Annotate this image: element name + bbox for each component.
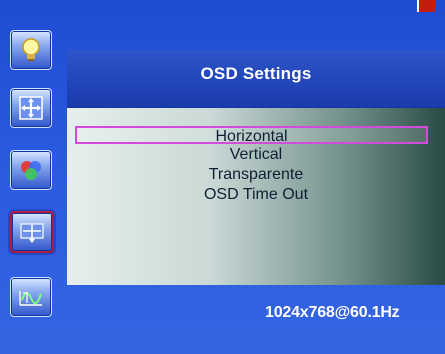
sidebar-item-brightness[interactable] [10, 30, 52, 70]
sidebar-item-osd-settings[interactable] [10, 211, 54, 253]
sidebar-item-position[interactable] [10, 88, 52, 128]
rgb-color-icon [21, 161, 41, 180]
osd-settings-icon [20, 223, 44, 243]
title-bar: OSD Settings [67, 50, 445, 107]
menu-item-osd-time-out[interactable]: OSD Time Out [67, 186, 445, 203]
menu-item-transparency[interactable]: Transparente [67, 166, 445, 183]
corner-marker-icon [417, 0, 435, 12]
lightbulb-icon [22, 38, 40, 61]
osd-screen: OSD Settings Horizontal Vertical Transpa… [0, 0, 445, 354]
resolution-readout: 1024x768@60.1Hz [265, 304, 400, 321]
menu-list: Horizontal Vertical Transparente OSD Tim… [67, 108, 445, 285]
signal-wave-icon [19, 291, 42, 306]
menu-item-horizontal[interactable]: Horizontal [75, 126, 428, 145]
sidebar-icons [10, 30, 54, 330]
position-arrows-icon [19, 96, 43, 120]
osd-settings-panel: OSD Settings Horizontal Vertical Transpa… [67, 50, 445, 285]
sidebar-item-signal[interactable] [10, 277, 52, 317]
sidebar-item-color[interactable] [10, 150, 52, 190]
menu-item-vertical[interactable]: Vertical [67, 146, 445, 163]
page-title: OSD Settings [200, 64, 312, 83]
